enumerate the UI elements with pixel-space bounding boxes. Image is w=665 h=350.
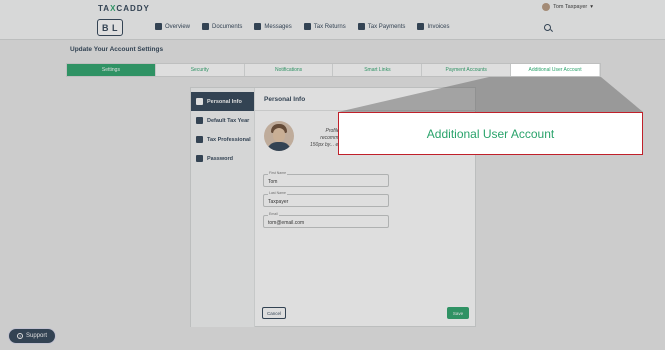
sidebar-item-label: Password xyxy=(207,155,233,162)
tab-notifications[interactable]: Notifications xyxy=(245,64,334,76)
invoices-icon xyxy=(417,23,425,30)
help-icon: ? xyxy=(16,333,23,339)
tab-settings[interactable]: Settings xyxy=(67,64,156,76)
save-button[interactable]: Save xyxy=(447,307,469,319)
firm-logo: B L xyxy=(97,19,123,36)
chevron-down-icon: ▾ xyxy=(590,4,593,10)
tab-payment-accounts[interactable]: Payment Accounts xyxy=(422,64,512,76)
sidebar-item-label: Default Tax Year xyxy=(207,117,250,124)
profile-photo[interactable] xyxy=(264,121,294,151)
sidebar-item-default-tax-year[interactable]: Default Tax Year xyxy=(191,111,254,130)
callout-text: Additional User Account xyxy=(426,126,555,141)
sidebar-item-password[interactable]: Password xyxy=(191,149,254,168)
main-nav: Overview Documents Messages Tax Returns … xyxy=(155,23,449,30)
nav-messages[interactable]: Messages xyxy=(254,23,292,30)
lock-icon xyxy=(196,155,203,162)
briefcase-icon xyxy=(196,136,203,143)
email-field[interactable]: Email tom@email.com xyxy=(263,212,389,228)
sidebar-item-personal-info[interactable]: Personal Info xyxy=(191,92,254,111)
tax-returns-icon xyxy=(303,23,311,30)
field-value: Tom xyxy=(268,179,278,185)
divider xyxy=(255,110,477,111)
home-icon xyxy=(155,23,162,30)
tax-payments-icon xyxy=(357,23,365,30)
field-label: Last Name xyxy=(268,191,287,195)
callout-box: Additional User Account xyxy=(338,112,643,155)
nav-tax-returns[interactable]: Tax Returns xyxy=(303,23,346,30)
nav-label: Messages xyxy=(264,23,292,30)
nav-label: Tax Payments xyxy=(367,23,406,30)
field-value: tom@email.com xyxy=(268,220,305,226)
sidebar-item-label: Tax Professional xyxy=(207,136,251,143)
brand-suffix: CADDY xyxy=(116,4,150,13)
nav-overview[interactable]: Overview xyxy=(155,23,190,30)
brand-logo[interactable]: TAXCADDY xyxy=(98,4,150,13)
section-title: Personal Info xyxy=(264,96,306,103)
field-value: Taxpayer xyxy=(268,199,289,205)
tab-smart-links[interactable]: Smart Links xyxy=(333,64,423,76)
top-bar: TAXCADDY Tom Taxpayer ▾ B L Overview Doc… xyxy=(0,0,665,40)
calendar-icon xyxy=(196,117,203,124)
nav-label: Overview xyxy=(165,23,191,30)
last-name-field[interactable]: Last Name Taxpayer xyxy=(263,191,389,207)
tab-security[interactable]: Security xyxy=(156,64,245,76)
search-icon[interactable] xyxy=(544,24,551,31)
brand-prefix: TA xyxy=(98,4,111,13)
photo-suit xyxy=(267,142,291,151)
person-icon xyxy=(196,98,203,105)
nav-label: Tax Returns xyxy=(313,23,346,30)
nav-label: Invoices xyxy=(427,23,450,30)
support-button[interactable]: ? Support xyxy=(8,328,56,344)
page-title: Update Your Account Settings xyxy=(70,46,164,53)
settings-sidebar: Personal Info Default Tax Year Tax Profe… xyxy=(191,88,255,327)
cancel-button[interactable]: Cancel xyxy=(262,307,286,319)
sidebar-item-tax-professional[interactable]: Tax Professional xyxy=(191,130,254,149)
nav-documents[interactable]: Documents xyxy=(202,23,242,30)
sidebar-item-label: Personal Info xyxy=(207,98,242,105)
tab-additional-user-account[interactable]: Additional User Account xyxy=(511,64,600,76)
nav-invoices[interactable]: Invoices xyxy=(417,23,449,30)
settings-tabs: Settings Security Notifications Smart Li… xyxy=(66,63,601,77)
documents-icon xyxy=(202,23,210,30)
user-menu[interactable]: Tom Taxpayer ▾ xyxy=(542,3,593,11)
nav-label: Documents xyxy=(212,23,243,30)
field-label: First Name xyxy=(268,171,288,175)
nav-tax-payments[interactable]: Tax Payments xyxy=(357,23,406,30)
first-name-field[interactable]: First Name Tom xyxy=(263,171,389,187)
field-label: Email xyxy=(268,212,279,216)
avatar xyxy=(542,3,551,11)
support-label: Support xyxy=(25,333,47,339)
messages-icon xyxy=(254,23,262,30)
photo-face xyxy=(273,128,285,142)
user-name: Tom Taxpayer xyxy=(553,4,588,10)
